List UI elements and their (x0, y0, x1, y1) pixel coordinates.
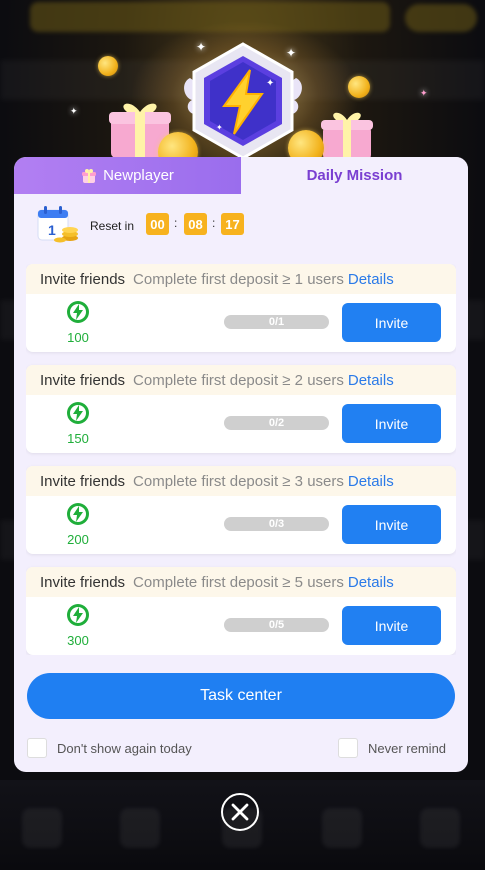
task-list[interactable]: Invite friends Complete first deposit ≥ … (26, 264, 456, 655)
sparkle-icon: ✦ (420, 88, 428, 98)
task-title: Invite friends (40, 371, 126, 389)
task-description: Complete first deposit ≥ 1 users (133, 270, 344, 288)
svg-text:✦: ✦ (216, 123, 223, 132)
dont-show-today-checkbox[interactable] (27, 738, 47, 758)
dont-show-today-label: Don't show again today (57, 740, 192, 756)
close-button[interactable] (221, 793, 259, 831)
task-progress-text: 0/5 (268, 619, 285, 631)
task-card: Invite friends Complete first deposit ≥ … (26, 466, 456, 554)
lightning-circle-icon (67, 301, 89, 323)
details-link[interactable]: Details (348, 271, 394, 288)
details-link[interactable]: Details (348, 574, 394, 591)
task-card-header: Invite friends Complete first deposit ≥ … (26, 567, 456, 597)
invite-button[interactable]: Invite (342, 404, 441, 443)
sparkle-icon: ✦ (70, 106, 78, 116)
task-title: Invite friends (40, 270, 126, 288)
task-card-body: 200 0/3 Invite (26, 496, 456, 554)
timer-hours: 00 (146, 213, 169, 235)
task-progress-text: 0/2 (268, 417, 285, 429)
daily-mission-modal: Newplayer Daily Mission 1 Reset in 00 : … (14, 157, 468, 772)
task-reward: 150 (67, 431, 89, 446)
task-reward: 200 (67, 532, 89, 547)
tab-daily-mission[interactable]: Daily Mission (241, 157, 468, 194)
lightning-circle-icon (67, 503, 89, 525)
svg-text:1: 1 (48, 222, 56, 238)
timer-separator: : (212, 216, 216, 230)
tab-bar: Newplayer Daily Mission (14, 157, 468, 194)
reset-timer-row: 1 Reset in 00 : 08 : 17 (14, 194, 468, 254)
task-progress-bar: 0/2 (224, 416, 329, 430)
task-progress-bar: 0/1 (224, 315, 329, 329)
task-reward: 300 (67, 633, 89, 648)
task-description: Complete first deposit ≥ 5 users (133, 573, 344, 591)
timer-minutes: 08 (184, 213, 207, 235)
invite-button[interactable]: Invite (342, 505, 441, 544)
invite-button[interactable]: Invite (342, 303, 441, 342)
timer-separator: : (174, 216, 178, 230)
task-card-body: 150 0/2 Invite (26, 395, 456, 453)
task-title: Invite friends (40, 573, 126, 591)
timer-seconds: 17 (221, 213, 244, 235)
task-card-header: Invite friends Complete first deposit ≥ … (26, 264, 456, 294)
lightning-circle-icon (67, 604, 89, 626)
task-progress-bar: 0/3 (224, 517, 329, 531)
svg-text:✦: ✦ (266, 78, 274, 89)
gift-icon (321, 112, 373, 160)
coin-icon (98, 56, 118, 76)
coin-icon (348, 76, 370, 98)
task-center-button[interactable]: Task center (27, 673, 455, 719)
task-card: Invite friends Complete first deposit ≥ … (26, 365, 456, 453)
task-progress-text: 0/1 (268, 316, 285, 328)
never-remind-checkbox[interactable] (338, 738, 358, 758)
task-description: Complete first deposit ≥ 3 users (133, 472, 344, 490)
task-card: Invite friends Complete first deposit ≥ … (26, 264, 456, 352)
tab-newplayer[interactable]: Newplayer (14, 157, 241, 194)
tab-daily-mission-label: Daily Mission (306, 167, 403, 184)
details-link[interactable]: Details (348, 473, 394, 490)
dont-show-today-option[interactable]: Don't show again today (27, 738, 192, 758)
task-card-body: 100 0/1 Invite (26, 294, 456, 352)
task-progress-text: 0/3 (268, 518, 285, 530)
task-card-header: Invite friends Complete first deposit ≥ … (26, 365, 456, 395)
task-card: Invite friends Complete first deposit ≥ … (26, 567, 456, 655)
never-remind-option[interactable]: Never remind (338, 738, 446, 758)
task-reward: 100 (67, 330, 89, 345)
never-remind-label: Never remind (368, 740, 447, 756)
task-card-header: Invite friends Complete first deposit ≥ … (26, 466, 456, 496)
invite-button[interactable]: Invite (342, 606, 441, 645)
task-title: Invite friends (40, 472, 126, 490)
task-card-body: 300 0/5 Invite (26, 597, 456, 655)
task-description: Complete first deposit ≥ 2 users (133, 371, 344, 389)
hero-badge-area: ✦ ✦ ✦ ✦ ✦ ✦ (0, 20, 485, 172)
reset-label: Reset in (90, 219, 135, 233)
task-progress-bar: 0/5 (224, 618, 329, 632)
lightning-badge-icon: ✦ ✦ (184, 42, 302, 160)
lightning-circle-icon (67, 402, 89, 424)
details-link[interactable]: Details (348, 372, 394, 389)
tab-newplayer-label: Newplayer (103, 167, 174, 184)
calendar-coins-icon: 1 (37, 206, 78, 243)
gift-icon (82, 168, 97, 183)
close-icon (231, 803, 249, 821)
